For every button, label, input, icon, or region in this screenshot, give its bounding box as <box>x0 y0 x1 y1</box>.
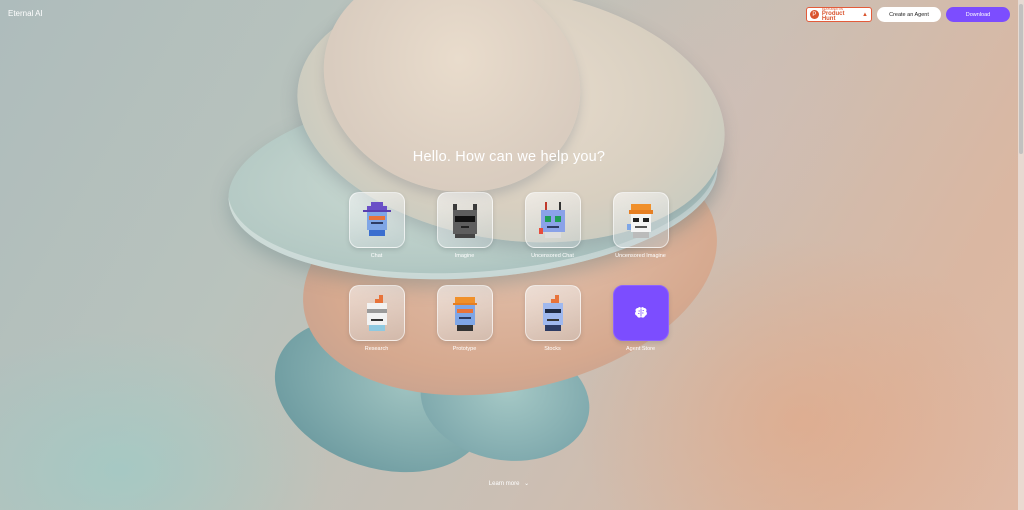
prototype-avatar-icon <box>436 285 493 341</box>
brand-logo[interactable]: Eternal AI <box>8 9 43 18</box>
scrollbar[interactable] <box>1018 0 1024 510</box>
uncensored-imagine-avatar-icon <box>612 192 669 248</box>
tile-prototype[interactable]: Prototype <box>436 285 493 354</box>
product-hunt-icon: P <box>810 10 819 19</box>
page-title: Hello. How can we help you? <box>412 149 606 165</box>
uncensored-chat-avatar-icon <box>524 192 581 248</box>
tile-imagine[interactable]: Imagine <box>436 192 493 261</box>
chevron-down-icon: ⌄ <box>524 481 530 487</box>
research-avatar-icon <box>348 285 405 341</box>
tile-chat[interactable]: Chat <box>348 192 405 261</box>
chat-avatar-icon <box>348 192 405 248</box>
product-hunt-label: Product Hunt <box>821 11 845 22</box>
create-agent-button[interactable]: Create an Agent <box>877 7 941 22</box>
tile-label: Research <box>364 346 389 352</box>
tile-label: Chat <box>370 253 383 259</box>
agent-store-brain-icon <box>612 285 669 341</box>
product-hunt-badge[interactable]: P FEATURED ON Product Hunt ▲ <box>806 7 872 22</box>
upvote-icon: ▲ <box>862 11 868 18</box>
tile-uncensored-chat[interactable]: Uncensored Chat <box>524 192 581 261</box>
product-hunt-text: FEATURED ON Product Hunt <box>822 7 859 22</box>
tile-research[interactable]: Research <box>348 285 405 354</box>
imagine-avatar-icon <box>436 192 493 248</box>
tile-label: Agent Store <box>625 346 656 352</box>
learn-more-label: Learn more <box>488 481 520 487</box>
download-button[interactable]: Download <box>946 7 1010 22</box>
tile-uncensored-imagine[interactable]: Uncensored Imagine <box>612 192 669 261</box>
stocks-avatar-icon <box>524 285 581 341</box>
learn-more-link[interactable]: Learn more ⌄ <box>0 480 1018 487</box>
tile-label: Stocks <box>544 346 561 352</box>
tile-agent-store[interactable]: Agent Store <box>612 285 669 354</box>
tile-label: Uncensored Chat <box>531 253 574 259</box>
tile-label: Prototype <box>452 346 477 352</box>
tile-stocks[interactable]: Stocks <box>524 285 581 354</box>
tile-label: Uncensored Imagine <box>615 253 666 259</box>
scrollbar-thumb[interactable] <box>1019 4 1023 154</box>
tile-label: Imagine <box>454 253 475 259</box>
